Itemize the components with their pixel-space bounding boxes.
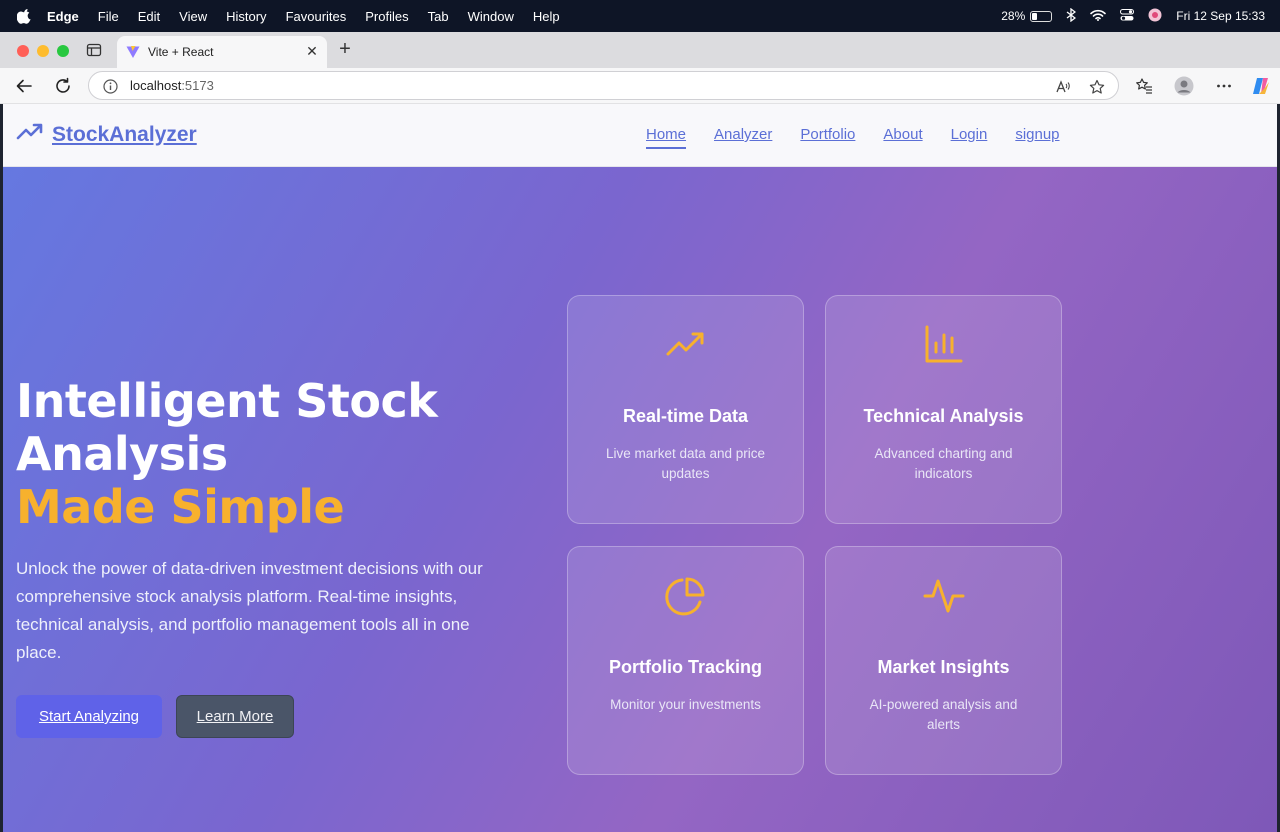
minimize-window-button[interactable] <box>37 45 49 57</box>
menu-file[interactable]: File <box>98 9 119 24</box>
feature-card-technical-analysis: Technical Analysis Advanced charting and… <box>825 295 1062 524</box>
close-window-button[interactable] <box>17 45 29 57</box>
menu-favourites[interactable]: Favourites <box>286 9 347 24</box>
hero-section: Intelligent Stock Analysis Made Simple U… <box>3 167 1277 832</box>
feature-card-market-insights: Market Insights AI-powered analysis and … <box>825 546 1062 775</box>
nav-portfolio[interactable]: Portfolio <box>800 126 855 143</box>
browser-tab-active[interactable]: Vite + React ✕ <box>117 36 327 68</box>
feature-description: AI-powered analysis and alerts <box>869 697 1018 732</box>
menu-edit[interactable]: Edit <box>138 9 160 24</box>
wifi-icon[interactable] <box>1090 9 1107 24</box>
back-icon[interactable] <box>15 77 33 95</box>
learn-more-button[interactable]: Learn More <box>176 695 294 738</box>
favourites-icon[interactable] <box>1135 77 1153 95</box>
favorite-star-icon[interactable] <box>1089 79 1105 95</box>
feature-title: Portfolio Tracking <box>608 657 763 677</box>
address-bar[interactable]: localhost:5173 <box>88 71 1119 100</box>
tab-actions-icon[interactable] <box>86 42 102 58</box>
url-port: :5173 <box>181 78 214 93</box>
feature-card-realtime-data: Real-time Data Live market data and pric… <box>567 295 804 524</box>
feature-title: Technical Analysis <box>863 406 1024 426</box>
pie-chart-icon <box>665 575 707 617</box>
web-page: StockAnalyzer Home Analyzer Portfolio Ab… <box>3 104 1277 832</box>
menu-tab[interactable]: Tab <box>428 9 449 24</box>
clock[interactable]: Fri 12 Sep 15:33 <box>1176 9 1265 23</box>
headline-line-1: Intelligent Stock <box>16 374 438 428</box>
site-info-icon[interactable] <box>103 79 118 94</box>
menu-edge[interactable]: Edge <box>47 9 79 24</box>
apple-menu-icon[interactable] <box>17 8 33 24</box>
site-logo[interactable]: StockAnalyzer <box>16 122 197 147</box>
hero-description: Unlock the power of data-driven investme… <box>16 559 483 662</box>
feature-description: Live market data and price updates <box>605 446 766 481</box>
profile-avatar-icon[interactable] <box>1174 76 1194 96</box>
battery-level <box>1032 12 1038 20</box>
trending-up-icon <box>665 324 707 366</box>
vite-favicon-icon <box>126 45 140 59</box>
start-analyzing-button[interactable]: Start Analyzing <box>16 695 162 738</box>
control-center-icon[interactable] <box>1120 8 1135 24</box>
feature-description: Advanced charting and indicators <box>874 446 1013 481</box>
close-tab-icon[interactable]: ✕ <box>305 44 319 58</box>
bar-chart-icon <box>923 324 965 366</box>
feature-description: Monitor your investments <box>610 697 761 712</box>
tab-title: Vite + React <box>148 45 214 59</box>
url-host: localhost <box>130 78 182 93</box>
nav-login[interactable]: Login <box>951 126 988 143</box>
user-status-icon[interactable] <box>1148 8 1162 25</box>
trending-up-icon <box>16 122 44 147</box>
main-nav: Home Analyzer Portfolio About Login sign… <box>646 126 1060 149</box>
headline-accent: Made Simple <box>16 480 345 534</box>
browser-tab-bar: Vite + React ✕ + <box>0 32 1280 68</box>
nav-signup[interactable]: signup <box>1015 126 1059 143</box>
read-aloud-icon[interactable] <box>1055 79 1071 95</box>
nav-about[interactable]: About <box>883 126 922 143</box>
feature-card-portfolio-tracking: Portfolio Tracking Monitor your investme… <box>567 546 804 775</box>
zoom-window-button[interactable] <box>57 45 69 57</box>
copilot-icon[interactable] <box>1251 76 1271 96</box>
logo-text: StockAnalyzer <box>52 122 197 146</box>
feature-title: Real-time Data <box>622 406 749 426</box>
activity-icon <box>923 575 965 617</box>
macos-menu-bar: Edge File Edit View History Favourites P… <box>0 0 1280 32</box>
browser-toolbar: localhost:5173 <box>0 68 1280 104</box>
site-navbar: StockAnalyzer Home Analyzer Portfolio Ab… <box>3 104 1277 167</box>
new-tab-icon[interactable]: + <box>337 39 353 59</box>
feature-title: Market Insights <box>877 657 1010 677</box>
nav-analyzer[interactable]: Analyzer <box>714 126 772 143</box>
battery-status[interactable]: 28% <box>1001 9 1053 23</box>
reload-icon[interactable] <box>54 77 72 95</box>
menu-history[interactable]: History <box>226 9 266 24</box>
menu-window[interactable]: Window <box>468 9 514 24</box>
menu-profiles[interactable]: Profiles <box>365 9 408 24</box>
hero-headline: Intelligent Stock Analysis Made Simple <box>16 374 438 534</box>
menu-help[interactable]: Help <box>533 9 560 24</box>
bluetooth-icon[interactable] <box>1066 7 1077 25</box>
headline-line-2: Analysis <box>16 427 228 481</box>
battery-percent: 28% <box>1001 9 1026 23</box>
battery-icon <box>1030 10 1053 22</box>
nav-home[interactable]: Home <box>646 126 687 149</box>
more-options-icon[interactable] <box>1215 77 1233 95</box>
menu-view[interactable]: View <box>179 9 207 24</box>
